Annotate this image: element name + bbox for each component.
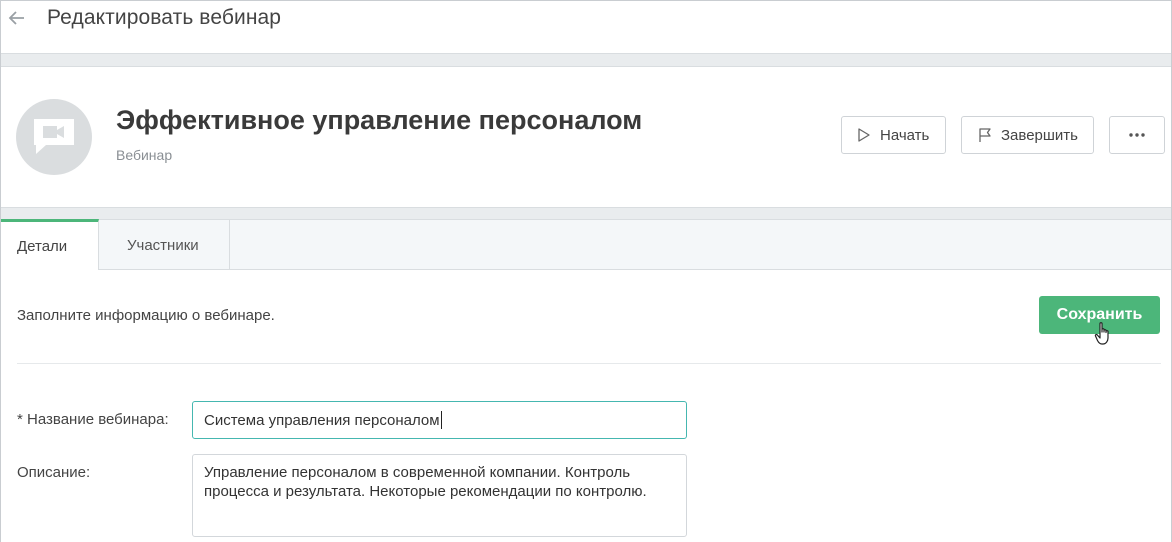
top-bar: Редактировать вебинар bbox=[1, 1, 1171, 54]
avatar bbox=[16, 99, 92, 175]
divider bbox=[17, 363, 1161, 364]
finish-button[interactable]: Завершить bbox=[961, 116, 1094, 154]
tab-participants[interactable]: Участники bbox=[99, 220, 230, 271]
back-arrow-icon[interactable] bbox=[5, 6, 29, 30]
text-caret bbox=[440, 411, 442, 429]
webinar-type: Вебинар bbox=[116, 147, 173, 163]
tab-details[interactable]: Детали bbox=[1, 219, 99, 270]
description-label: Описание: bbox=[17, 464, 91, 481]
play-icon bbox=[858, 128, 870, 142]
details-panel: Заполните информацию о вебинаре. Сохрани… bbox=[1, 270, 1171, 542]
start-button[interactable]: Начать bbox=[841, 116, 946, 154]
flag-icon bbox=[979, 128, 991, 142]
webinar-header: Эффективное управление персоналом Вебина… bbox=[1, 66, 1171, 208]
webinar-name-label: * Название вебинара: bbox=[17, 411, 169, 428]
finish-button-label: Завершить bbox=[1001, 126, 1078, 144]
more-button[interactable] bbox=[1109, 116, 1165, 154]
webinar-name-value: Система управления персоналом bbox=[204, 411, 440, 429]
form-hint: Заполните информацию о вебинаре. bbox=[17, 307, 275, 324]
start-button-label: Начать bbox=[880, 126, 930, 144]
description-textarea[interactable]: Управление персоналом в современной комп… bbox=[192, 454, 687, 537]
tabs-bar: Детали Участники bbox=[1, 219, 1171, 271]
video-chat-icon bbox=[34, 119, 74, 154]
more-horizontal-icon bbox=[1129, 133, 1145, 137]
hand-pointer-icon bbox=[1094, 322, 1109, 345]
webinar-name-input[interactable]: Система управления персоналом bbox=[192, 401, 687, 439]
app-window: Редактировать вебинар Эффективное управл… bbox=[0, 0, 1172, 542]
webinar-title: Эффективное управление персоналом bbox=[116, 105, 643, 135]
page-title: Редактировать вебинар bbox=[47, 6, 282, 29]
